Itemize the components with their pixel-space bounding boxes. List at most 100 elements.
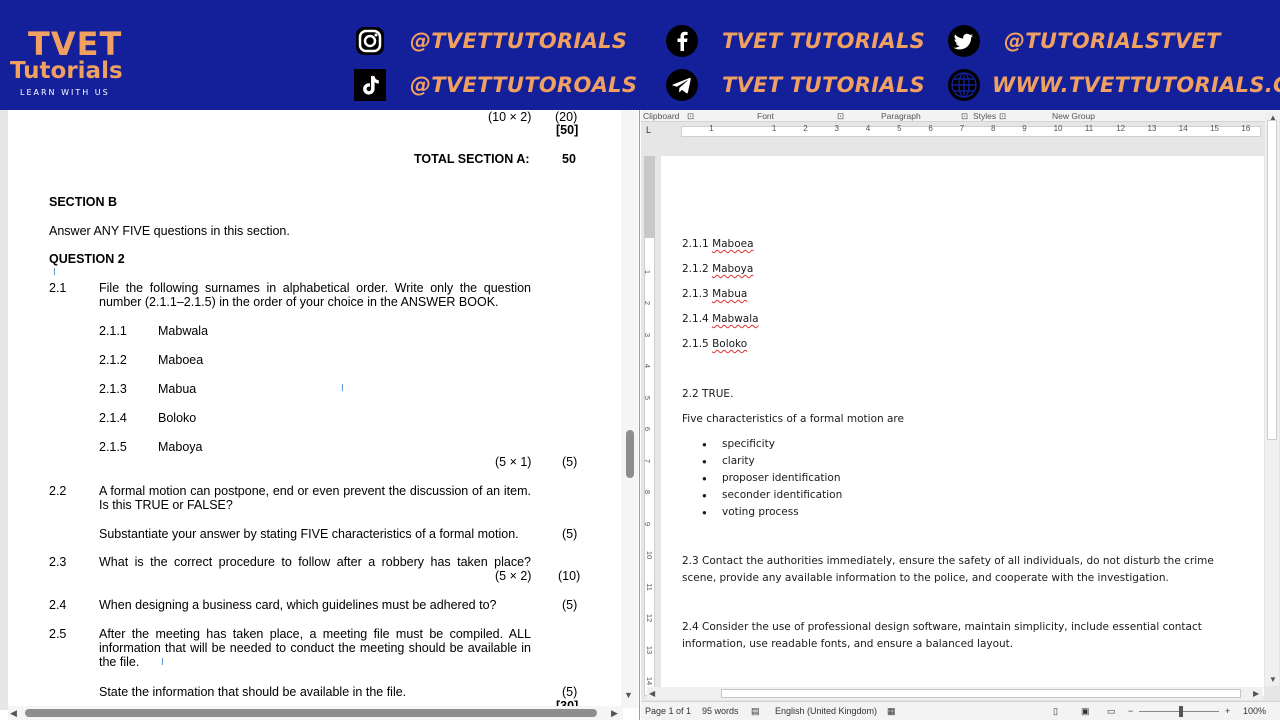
social-facebook: TVET TUTORIALS (664, 23, 925, 59)
scroll-right-arrow-icon[interactable]: ▶ (611, 706, 618, 720)
social-instagram: @TVETTUTORIALS (352, 23, 627, 59)
marks: (20) (555, 110, 578, 124)
ruler-tick-label: 6 (928, 124, 933, 133)
scroll-up-arrow-icon[interactable]: ▲ (1269, 112, 1277, 124)
dialog-launcher-icon[interactable]: ⊡ (687, 110, 694, 122)
logo-title: TVET (28, 25, 123, 63)
answer-number: 2.1.2 (682, 263, 709, 275)
q2-1-item-name: Boloko (158, 411, 197, 425)
scroll-right-arrow-icon[interactable]: ▶ (1253, 688, 1259, 700)
document-page[interactable]: 2.1.1 Maboea 2.1.2 Maboya 2.1.3 Mabua 2.… (661, 156, 1264, 696)
ruler-tick-label: 15 (1210, 124, 1219, 133)
pdf-horizontal-scroll-thumb[interactable] (25, 709, 597, 717)
bullet-item[interactable]: seconder identification (722, 489, 842, 502)
ruler-tick-label: 13 (1147, 124, 1157, 133)
answer-2-1-line[interactable]: 2.1.2 Maboya (682, 263, 753, 276)
social-twitter: @TUTORIALSTVET (946, 23, 1221, 59)
question-heading: QUESTION 2 (49, 252, 125, 266)
vertical-ruler-tick-label: 10 (645, 550, 655, 560)
answer-2-1-line[interactable]: 2.1.4 Mabwala (682, 313, 759, 326)
logo-subtitle: Tutorials (10, 58, 123, 84)
answer-surname: Mabwala (712, 313, 759, 325)
proofing-icon[interactable]: ▤ (751, 705, 760, 718)
telegram-icon (664, 67, 700, 103)
pdf-vertical-scrollbar[interactable] (621, 110, 638, 708)
document-vertical-scroll-thumb[interactable] (1267, 120, 1277, 440)
macro-record-icon[interactable]: ▦ (887, 705, 896, 718)
page-edge (0, 110, 8, 710)
bullet-item[interactable]: voting process (722, 506, 799, 519)
ribbon-group-new-group[interactable]: New Group (1052, 110, 1095, 122)
answer-2-3-line1[interactable]: 2.3 Contact the authorities immediately,… (682, 555, 1214, 568)
zoom-slider-knob[interactable] (1179, 706, 1183, 717)
vertical-ruler-tick-label: 5 (643, 395, 653, 400)
ribbon-group-font[interactable]: Font (757, 110, 774, 122)
print-layout-icon[interactable]: ▣ (1081, 705, 1090, 718)
word-editor: Clipboard ⊡ Font ⊡ Paragraph ⊡ Styles ⊡ … (641, 110, 1280, 720)
vertical-ruler-tick-label: 6 (643, 426, 653, 432)
dialog-launcher-icon[interactable]: ⊡ (961, 110, 968, 122)
answer-2-2-title[interactable]: 2.2 TRUE. (682, 388, 733, 401)
mark-formula: (10 × 2) (488, 110, 532, 124)
q2-3-marks: (10) (558, 569, 581, 583)
website-url: WWW.TVETTUTORIALS.CO.ZA (992, 73, 1280, 97)
q2-4-number: 2.4 (49, 598, 67, 612)
dialog-launcher-icon[interactable]: ⊡ (999, 110, 1006, 122)
ruler-tick-label: 8 (991, 124, 996, 133)
bullet-icon: ● (702, 474, 707, 483)
answer-2-1-line[interactable]: 2.1.3 Mabua (682, 288, 747, 301)
text-cursor-icon: I (341, 383, 344, 394)
scroll-down-arrow-icon[interactable]: ▼ (624, 690, 633, 700)
zoom-out-icon[interactable]: − (1128, 705, 1133, 718)
answer-surname: Maboea (712, 238, 754, 250)
bullet-item[interactable]: clarity (722, 455, 755, 468)
ruler-tick-label: 1 (709, 124, 714, 133)
pdf-vertical-scroll-thumb[interactable] (626, 430, 634, 478)
answer-2-3-line2[interactable]: scene, provide any available information… (682, 572, 1169, 585)
ribbon-group-clipboard[interactable]: Clipboard (643, 110, 679, 122)
ruler-tick-label: 1 (771, 124, 777, 133)
read-mode-icon[interactable]: ▯ (1053, 705, 1058, 718)
zoom-level[interactable]: 100% (1243, 705, 1266, 718)
answer-2-4-line1[interactable]: 2.4 Consider the use of professional des… (682, 621, 1202, 634)
scroll-left-arrow-icon[interactable]: ◀ (10, 706, 17, 720)
ribbon-group-paragraph[interactable]: Paragraph (881, 110, 921, 122)
page-count[interactable]: Page 1 of 1 (645, 705, 691, 718)
answer-2-1-line[interactable]: 2.1.1 Maboea (682, 238, 754, 251)
ribbon-group-styles[interactable]: Styles (973, 110, 996, 122)
ribbon-group-labels: Clipboard ⊡ Font ⊡ Paragraph ⊡ Styles ⊡ … (641, 110, 1280, 122)
zoom-in-icon[interactable]: + (1225, 705, 1230, 718)
document-horizontal-scroll-thumb[interactable] (721, 689, 1241, 698)
vertical-ruler-tick-label: 12 (645, 613, 655, 623)
q2-1-item-name: Mabua (158, 382, 197, 396)
tiktok-icon (352, 67, 388, 103)
q2-5-marks: (5) (562, 685, 578, 699)
word-count[interactable]: 95 words (702, 705, 739, 718)
logo-tagline: LEARN WITH US (20, 88, 110, 97)
scroll-down-arrow-icon[interactable]: ▼ (1269, 674, 1277, 686)
vertical-ruler-tick-label: 11 (644, 582, 654, 591)
ruler-tick-label: 9 (1022, 124, 1027, 133)
answer-surname: Boloko (712, 338, 748, 350)
answer-2-2-intro[interactable]: Five characteristics of a formal motion … (682, 413, 904, 426)
answer-surname: Mabua (712, 288, 748, 300)
q2-1-mark-formula: (5 × 1) (495, 455, 532, 469)
tab-selector-icon[interactable]: L (646, 125, 651, 135)
q2-1-number: 2.1 (49, 281, 67, 295)
bullet-icon: ● (702, 440, 707, 449)
ruler-tick-label: 5 (897, 124, 902, 133)
answer-number: 2.1.3 (682, 288, 709, 300)
bullet-item[interactable]: proposer identification (722, 472, 841, 485)
answer-2-1-line[interactable]: 2.1.5 Boloko (682, 338, 747, 351)
bullet-icon: ● (702, 491, 707, 500)
answer-2-4-line2[interactable]: information, use readable fonts, and ens… (682, 638, 1013, 651)
web-layout-icon[interactable]: ▭ (1107, 705, 1116, 718)
dialog-launcher-icon[interactable]: ⊡ (837, 110, 844, 122)
language-indicator[interactable]: English (United Kingdom) (775, 705, 877, 718)
q2-1-text-line1: File the following surnames in alphabeti… (99, 281, 531, 295)
q2-1-item-number: 2.1.2 (99, 353, 127, 367)
bullet-item[interactable]: specificity (722, 438, 775, 451)
telegram-handle: TVET TUTORIALS (722, 73, 926, 97)
ruler-tick-label: 4 (865, 124, 871, 133)
scroll-left-arrow-icon[interactable]: ◀ (649, 688, 655, 700)
